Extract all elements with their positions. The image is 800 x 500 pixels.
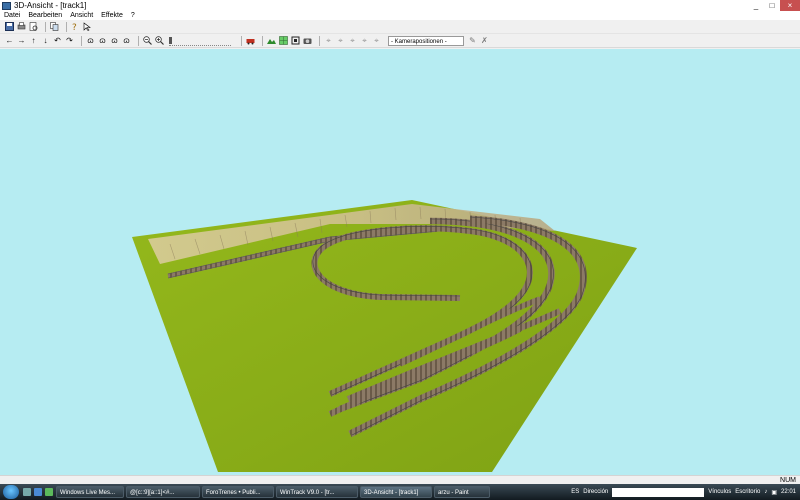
clock: 22:01 bbox=[780, 489, 796, 495]
arrow-left-icon[interactable]: ← bbox=[5, 36, 14, 45]
quicklaunch-messenger-icon[interactable] bbox=[45, 488, 53, 496]
toolbar-separator bbox=[45, 21, 46, 32]
arrow-right-icon[interactable]: → bbox=[17, 36, 26, 45]
network-icon[interactable]: ▣ bbox=[771, 489, 777, 496]
close-button[interactable]: × bbox=[780, 0, 800, 11]
taskbar-item[interactable]: arzu - Paint bbox=[434, 486, 490, 498]
toolbar-camera: ← → ↑ ↓ ↶ ↷ ɷ ɷ ɷ ɷ ⌖ ⌖ ⌖ ⌖ ⌖ - Kamerapo… bbox=[0, 34, 800, 48]
3d-viewport[interactable] bbox=[0, 49, 800, 475]
title-bar: 3D-Ansicht - [track1] _ □ × bbox=[0, 0, 800, 11]
rotate-right-icon[interactable]: ↷ bbox=[65, 36, 74, 45]
print-preview-icon[interactable] bbox=[29, 22, 38, 31]
toolbar-file: ? bbox=[0, 20, 800, 34]
window-controls: _ □ × bbox=[748, 0, 800, 11]
toolbar-separator bbox=[262, 35, 263, 46]
address-label: Dirección bbox=[583, 489, 609, 495]
zoom-in-icon[interactable] bbox=[155, 36, 164, 45]
look-down-icon[interactable]: ɷ bbox=[122, 36, 131, 45]
arrow-down-icon[interactable]: ↓ bbox=[41, 36, 50, 45]
rotate-left-icon[interactable]: ↶ bbox=[53, 36, 62, 45]
menu-ansicht[interactable]: Ansicht bbox=[66, 11, 97, 20]
toolbar-separator bbox=[319, 35, 320, 46]
taskbar-item[interactable]: ForoTrenes • Publi... bbox=[202, 486, 274, 498]
language-indicator[interactable]: ES bbox=[571, 489, 579, 495]
volume-icon[interactable]: ♪ bbox=[764, 489, 767, 495]
look-right-icon[interactable]: ɷ bbox=[98, 36, 107, 45]
quicklaunch-desktop-icon[interactable] bbox=[23, 488, 31, 496]
camera-icon[interactable] bbox=[303, 36, 312, 45]
landscape-icon[interactable] bbox=[267, 36, 276, 45]
system-tray: ES Dirección Vínculos Escritorio ♪ ▣ 22:… bbox=[567, 487, 800, 497]
desktop-toolbar[interactable]: Escritorio bbox=[735, 489, 760, 495]
menu-effekte[interactable]: Effekte bbox=[97, 11, 127, 20]
menu-datei[interactable]: Datei bbox=[0, 11, 24, 20]
train-icon[interactable] bbox=[246, 36, 255, 45]
camera-position-3-icon[interactable]: ⌖ bbox=[348, 36, 357, 45]
quicklaunch-ie-icon[interactable] bbox=[34, 488, 42, 496]
camera-position-5-icon[interactable]: ⌖ bbox=[372, 36, 381, 45]
camera-delete-icon[interactable]: ✗ bbox=[480, 36, 489, 45]
toolbar-separator bbox=[81, 35, 82, 46]
svg-text:?: ? bbox=[72, 23, 77, 31]
toolbar-separator bbox=[241, 35, 242, 46]
minimize-button[interactable]: _ bbox=[748, 0, 764, 11]
taskbar-item[interactable]: WinTrack V9.0 - [tr... bbox=[276, 486, 358, 498]
address-input[interactable] bbox=[612, 487, 705, 497]
grid-icon[interactable] bbox=[279, 36, 288, 45]
arrow-up-icon[interactable]: ↑ bbox=[29, 36, 38, 45]
taskbar: Windows Live Mes... @[c::9][a::1]<#... F… bbox=[0, 484, 800, 500]
zoom-out-icon[interactable] bbox=[143, 36, 152, 45]
camera-position-select[interactable]: - Kamerapositionen - bbox=[388, 35, 464, 46]
camera-position-1-icon[interactable]: ⌖ bbox=[324, 36, 333, 45]
menu-bearbeiten[interactable]: Bearbeiten bbox=[24, 11, 66, 20]
camera-position-2-icon[interactable]: ⌖ bbox=[336, 36, 345, 45]
look-left-icon[interactable]: ɷ bbox=[86, 36, 95, 45]
print-icon[interactable] bbox=[17, 22, 26, 31]
save-icon[interactable] bbox=[5, 22, 14, 31]
camera-add-icon[interactable]: ✎ bbox=[468, 36, 477, 45]
help-icon[interactable]: ? bbox=[71, 22, 80, 31]
taskbar-item[interactable]: Windows Live Mes... bbox=[56, 486, 124, 498]
taskbar-item-active[interactable]: 3D-Ansicht - [track1] bbox=[360, 486, 432, 498]
fullscreen-icon[interactable] bbox=[291, 36, 300, 45]
app-icon bbox=[2, 1, 11, 10]
menu-help[interactable]: ? bbox=[127, 11, 139, 20]
toolbar-separator bbox=[138, 35, 139, 46]
context-help-icon[interactable] bbox=[83, 22, 92, 31]
start-button[interactable] bbox=[3, 485, 19, 499]
maximize-button[interactable]: □ bbox=[764, 0, 780, 11]
copy-icon[interactable] bbox=[50, 22, 59, 31]
window-title: 3D-Ansicht - [track1] bbox=[14, 1, 87, 10]
camera-position-4-icon[interactable]: ⌖ bbox=[360, 36, 369, 45]
zoom-slider[interactable] bbox=[169, 36, 231, 46]
zoom-slider-thumb[interactable] bbox=[169, 36, 172, 44]
taskbar-item[interactable]: @[c::9][a::1]<#... bbox=[126, 486, 200, 498]
toolbar-separator bbox=[66, 21, 67, 32]
look-up-icon[interactable]: ɷ bbox=[110, 36, 119, 45]
menu-bar: Datei Bearbeiten Ansicht Effekte ? bbox=[0, 11, 800, 20]
links-toolbar[interactable]: Vínculos bbox=[708, 489, 731, 495]
3d-scene bbox=[132, 200, 637, 472]
